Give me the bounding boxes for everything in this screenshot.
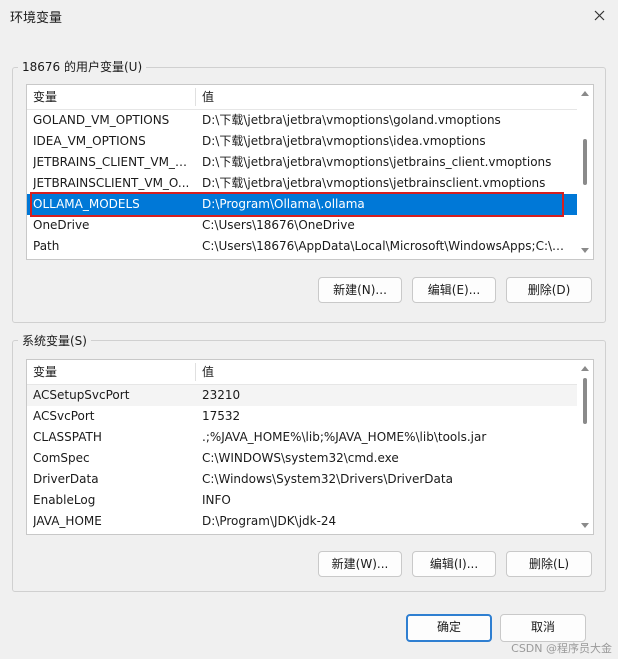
system-new-button[interactable]: 新建(W)... [318,551,402,577]
column-header-variable[interactable]: 变量 [27,85,195,109]
table-row[interactable]: DriverData C:\Windows\System32\Drivers\Dr… [27,469,593,490]
system-variables-label: 系统变量(S) [18,332,91,349]
column-header-value[interactable]: 值 [196,360,576,384]
table-row[interactable]: OLLAMA_MODELS D:\Program\Ollama\.ollama [27,192,593,217]
table-row[interactable]: OneDrive C:\Users\18676\OneDrive [27,215,593,236]
user-edit-button[interactable]: 编辑(E)... [412,277,496,303]
scroll-down-icon[interactable] [581,523,589,528]
table-row[interactable]: ACSetupSvcPort 23210 [27,385,593,406]
system-variables-list[interactable]: 变量 值 ACSetupSvcPort 23210 ACSvcPort 17532 CL… [26,359,594,535]
variable-value-cell: D:\下载\jetbra\jetbra\vmoptions\jetbrains_… [202,155,552,169]
variable-value-cell: INFO [202,493,231,507]
variable-name-cell: IDEA_VM_OPTIONS [33,134,146,148]
user-variables-list[interactable]: 变量 值 GOLAND_VM_OPTIONS D:\下载\jetbra\jetbr… [26,84,594,260]
variable-name-cell: OLLAMA_MODELS [33,197,140,211]
variable-name-cell: ACSvcPort [33,409,95,423]
user-variables-label: 18676 的用户变量(U) [18,58,147,75]
user-new-button[interactable]: 新建(N)... [318,277,402,303]
vertical-scrollbar[interactable] [577,85,593,259]
column-header-variable[interactable]: 变量 [27,360,195,384]
vertical-scrollbar[interactable] [577,360,593,534]
table-row[interactable]: JETBRAINS_CLIENT_VM_O... D:\下载\jetbra\jet… [27,152,593,173]
table-row[interactable]: ACSvcPort 17532 [27,406,593,427]
system-variables-rows: ACSetupSvcPort 23210 ACSvcPort 17532 CLASSPA… [27,385,593,532]
user-delete-button[interactable]: 删除(D) [506,277,592,303]
variable-name-cell: ComSpec [33,451,90,465]
scroll-up-icon[interactable] [581,91,589,96]
variable-value-cell: D:\Program\JDK\jdk-24 [202,514,337,528]
variable-name-cell: Path [33,239,60,253]
system-edit-button[interactable]: 编辑(I)... [412,551,496,577]
variable-value-cell: D:\Program\Ollama\.ollama [202,197,365,211]
column-header-value[interactable]: 值 [196,85,576,109]
variable-value-cell: .;%JAVA_HOME%\lib;%JAVA_HOME%\lib\tools.… [202,430,487,444]
scroll-up-icon[interactable] [581,366,589,371]
close-icon [594,10,604,20]
table-row[interactable]: ComSpec C:\WINDOWS\system32\cmd.exe [27,448,593,469]
variable-name-cell: EnableLog [33,493,96,507]
cancel-button[interactable]: 取消 [500,614,586,642]
variable-name-cell: DriverData [33,472,99,486]
variable-value-cell: C:\Users\18676\OneDrive [202,218,355,232]
variable-value-cell: C:\Windows\System32\Drivers\DriverData [202,472,453,486]
variable-name-cell: OneDrive [33,218,90,232]
variable-value-cell: D:\下载\jetbra\jetbra\vmoptions\idea.vmopt… [202,134,486,148]
scroll-down-icon[interactable] [581,248,589,253]
window-title: 环境变量 [10,11,63,26]
variable-value-cell: D:\下载\jetbra\jetbra\vmoptions\goland.vmo… [202,113,501,127]
close-button[interactable] [588,5,610,25]
table-row[interactable]: EnableLog INFO [27,490,593,511]
scroll-thumb[interactable] [583,378,587,424]
table-row[interactable]: JETBRAINSCLIENT_VM_O... D:\下载\jetbra\jetb… [27,173,593,194]
variable-name-cell: ACSetupSvcPort [33,388,130,402]
list-header: 变量 值 [27,85,593,110]
scroll-thumb[interactable] [583,139,587,185]
ok-button[interactable]: 确定 [406,614,492,642]
variable-value-cell: C:\WINDOWS\system32\cmd.exe [202,451,399,465]
variable-name-cell: GOLAND_VM_OPTIONS [33,113,170,127]
user-variables-rows: GOLAND_VM_OPTIONS D:\下载\jetbra\jetbra\vmo… [27,110,593,257]
variable-value-cell: 17532 [202,409,241,423]
table-row[interactable]: CLASSPATH .;%JAVA_HOME%\lib;%JAVA_HOME%\l… [27,427,593,448]
table-row[interactable]: Path C:\Users\18676\AppData\Local\Microso… [27,236,593,257]
variable-value-cell: 23210 [202,388,241,402]
variable-name-cell: CLASSPATH [33,430,102,444]
variable-value-cell: D:\下载\jetbra\jetbra\vmoptions\jetbrainsc… [202,176,546,190]
system-delete-button[interactable]: 删除(L) [506,551,592,577]
variable-name-cell: JETBRAINSCLIENT_VM_O... [33,176,190,190]
table-row[interactable]: IDEA_VM_OPTIONS D:\下载\jetbra\jetbra\vmopt… [27,131,593,152]
variable-value-cell: C:\Users\18676\AppData\Local\Microsoft\W… [202,239,572,253]
variable-name-cell: JAVA_HOME [33,514,102,528]
title-bar: 环境变量 [0,0,618,30]
table-row[interactable]: JAVA_HOME D:\Program\JDK\jdk-24 [27,511,593,532]
list-header: 变量 值 [27,360,593,385]
table-row[interactable]: GOLAND_VM_OPTIONS D:\下载\jetbra\jetbra\vmo… [27,110,593,131]
watermark: CSDN @程序员大金 [511,642,612,655]
variable-name-cell: JETBRAINS_CLIENT_VM_O... [33,155,193,169]
